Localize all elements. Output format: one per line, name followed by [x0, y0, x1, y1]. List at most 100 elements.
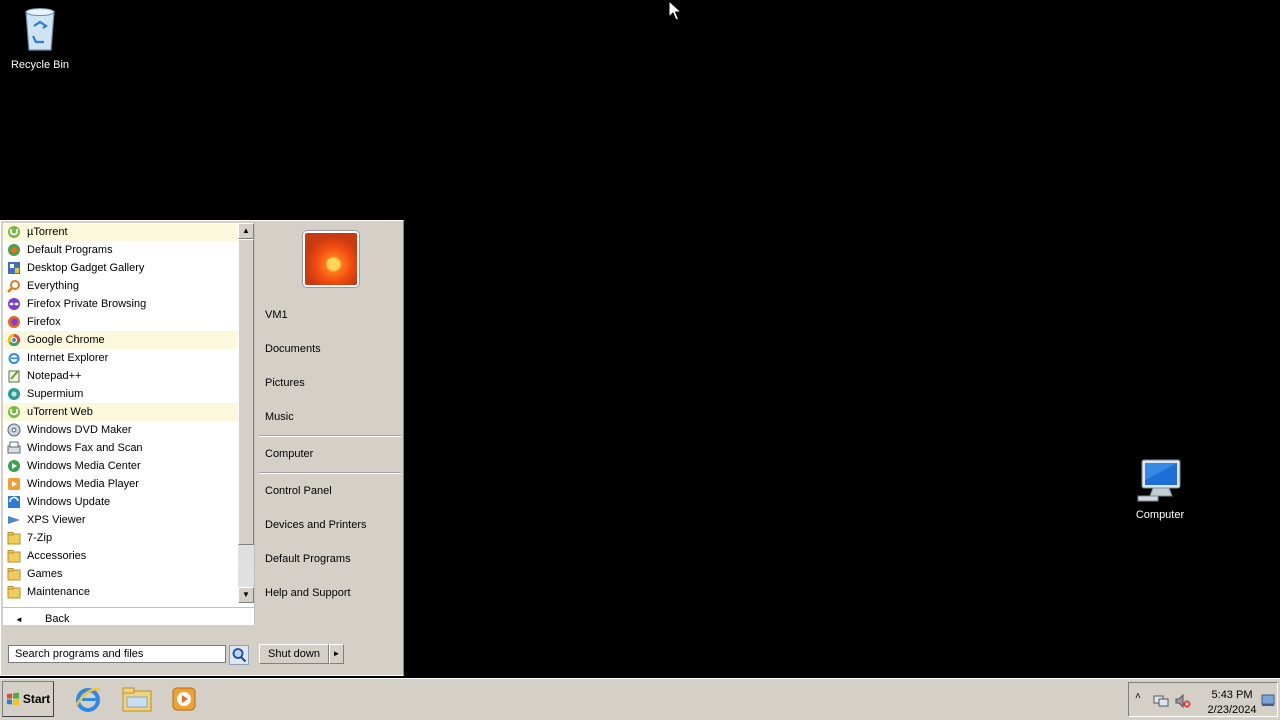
devices-printers-link[interactable]: Devices and Printers [265, 519, 367, 531]
chevron-right-icon: ► [332, 649, 341, 658]
program-item[interactable]: Windows Fax and Scan [3, 439, 238, 457]
program-label: Windows DVD Maker [27, 424, 132, 436]
media-player-icon [7, 477, 21, 491]
network-icon[interactable] [1153, 693, 1169, 709]
program-label: Accessories [27, 550, 87, 562]
user-folder-link[interactable]: VM1 [265, 309, 288, 321]
recycle-bin-label: Recycle Bin [10, 59, 70, 71]
utorrent-icon [7, 225, 21, 239]
scroll-thumb[interactable] [238, 239, 254, 545]
search-icon [232, 648, 247, 663]
taskbar-explorer[interactable] [119, 682, 155, 716]
program-item[interactable]: Windows Media Center [3, 457, 238, 475]
supermium-icon [7, 387, 21, 401]
start-menu: µTorrent Default Programs Desktop Gadget G… [0, 220, 404, 676]
program-label: Games [27, 568, 63, 580]
computer-link[interactable]: Computer [265, 448, 313, 460]
internet-explorer-icon [7, 351, 21, 365]
computer-monitor-icon [1137, 459, 1181, 502]
program-item[interactable]: uTorrent Web [3, 403, 238, 421]
program-label: Everything [27, 280, 79, 292]
program-label: Windows Media Player [27, 478, 139, 490]
mouse-pointer-icon [668, 0, 682, 21]
program-label: Firefox Private Browsing [27, 298, 147, 310]
scroll-up-button[interactable]: ▲ [238, 223, 254, 239]
system-tray: ˄ 5:43 PM 2/23/2024 [1128, 682, 1278, 717]
firefox-icon [7, 315, 21, 329]
program-item[interactable]: Windows DVD Maker [3, 421, 238, 439]
utorrent-web-icon [7, 405, 21, 419]
separator [259, 472, 401, 474]
program-item[interactable]: Default Programs [3, 241, 238, 259]
search-input[interactable]: Search programs and files [8, 645, 226, 663]
program-item[interactable]: Windows Update [3, 493, 238, 511]
clock-time: 5:43 PM [1211, 689, 1253, 701]
program-label: Windows Fax and Scan [27, 442, 143, 454]
program-item[interactable]: XPS Viewer [3, 511, 238, 529]
program-label: XPS Viewer [27, 514, 86, 526]
program-item[interactable]: Firefox Private Browsing [3, 295, 238, 313]
start-menu-right-pane: VM1 Documents Pictures Music Computer Co… [257, 223, 403, 633]
everything-icon [7, 279, 21, 293]
control-panel-link[interactable]: Control Panel [265, 485, 332, 497]
folder-icon [7, 585, 21, 599]
clock[interactable]: 5:43 PM 2/23/2024 [1201, 688, 1263, 718]
program-item[interactable]: Games [3, 565, 238, 583]
program-label: Supermium [27, 388, 84, 400]
volume-muted-icon[interactable] [1175, 693, 1191, 709]
program-label: Maintenance [27, 586, 90, 598]
program-item[interactable]: Supermium [3, 385, 238, 403]
computer-desktop-icon[interactable]: Computer [1120, 458, 1200, 521]
pictures-link[interactable]: Pictures [265, 377, 305, 389]
program-item[interactable]: Google Chrome [3, 331, 238, 349]
program-label: 7-Zip [27, 532, 53, 544]
program-item[interactable]: Maintenance [3, 583, 238, 601]
program-label: Windows Update [27, 496, 111, 508]
program-item[interactable]: µTorrent [3, 223, 238, 241]
gadget-gallery-icon [7, 261, 21, 275]
folder-icon [122, 687, 152, 712]
program-item[interactable]: Windows Media Player [3, 475, 238, 493]
computer-label: Computer [1135, 509, 1185, 521]
dvd-maker-icon [7, 423, 21, 437]
documents-link[interactable]: Documents [265, 343, 321, 355]
program-item[interactable]: Internet Explorer [3, 349, 238, 367]
chrome-icon [7, 333, 21, 347]
scroll-down-button[interactable]: ▼ [238, 587, 254, 603]
music-link[interactable]: Music [265, 411, 294, 423]
user-avatar[interactable] [303, 231, 359, 287]
program-label: Notepad++ [27, 370, 82, 382]
programs-list: µTorrent Default Programs Desktop Gadget G… [3, 223, 238, 603]
folder-icon [7, 567, 21, 581]
taskbar-internet-explorer[interactable] [70, 682, 106, 716]
shutdown-options-button[interactable]: ► [329, 644, 344, 664]
programs-scrollbar[interactable]: ▲ ▼ [238, 223, 254, 603]
program-label: µTorrent [27, 226, 68, 238]
back-arrow-icon: ◄ [15, 615, 23, 624]
program-item[interactable]: Notepad++ [3, 367, 238, 385]
search-button[interactable] [229, 645, 249, 665]
program-item[interactable]: Everything [3, 277, 238, 295]
folder-icon [7, 531, 21, 545]
program-item[interactable]: 7-Zip [3, 529, 238, 547]
internet-explorer-icon [74, 688, 101, 712]
program-item[interactable]: Accessories [3, 547, 238, 565]
fax-scan-icon [7, 441, 21, 455]
shutdown-button[interactable]: Shut down [259, 644, 329, 664]
program-item[interactable]: Firefox [3, 313, 238, 331]
help-support-link[interactable]: Help and Support [265, 587, 351, 599]
program-label: Desktop Gadget Gallery [27, 262, 145, 274]
default-programs-link[interactable]: Default Programs [265, 553, 351, 565]
windows-logo-icon [6, 692, 19, 706]
start-button[interactable]: Start [2, 681, 54, 717]
show-hidden-icons-icon[interactable]: ˄ [1135, 691, 1141, 702]
program-label: Windows Media Center [27, 460, 141, 472]
windows-update-icon [7, 495, 21, 509]
xps-viewer-icon [7, 513, 21, 527]
back-label: Back [45, 613, 70, 625]
program-item[interactable]: Desktop Gadget Gallery [3, 259, 238, 277]
taskbar-media-player[interactable] [166, 682, 202, 716]
back-button[interactable]: ◄ Back [3, 607, 254, 632]
show-desktop-icon[interactable] [1261, 693, 1275, 707]
recycle-bin-desktop-icon[interactable]: Recycle Bin [0, 6, 80, 71]
